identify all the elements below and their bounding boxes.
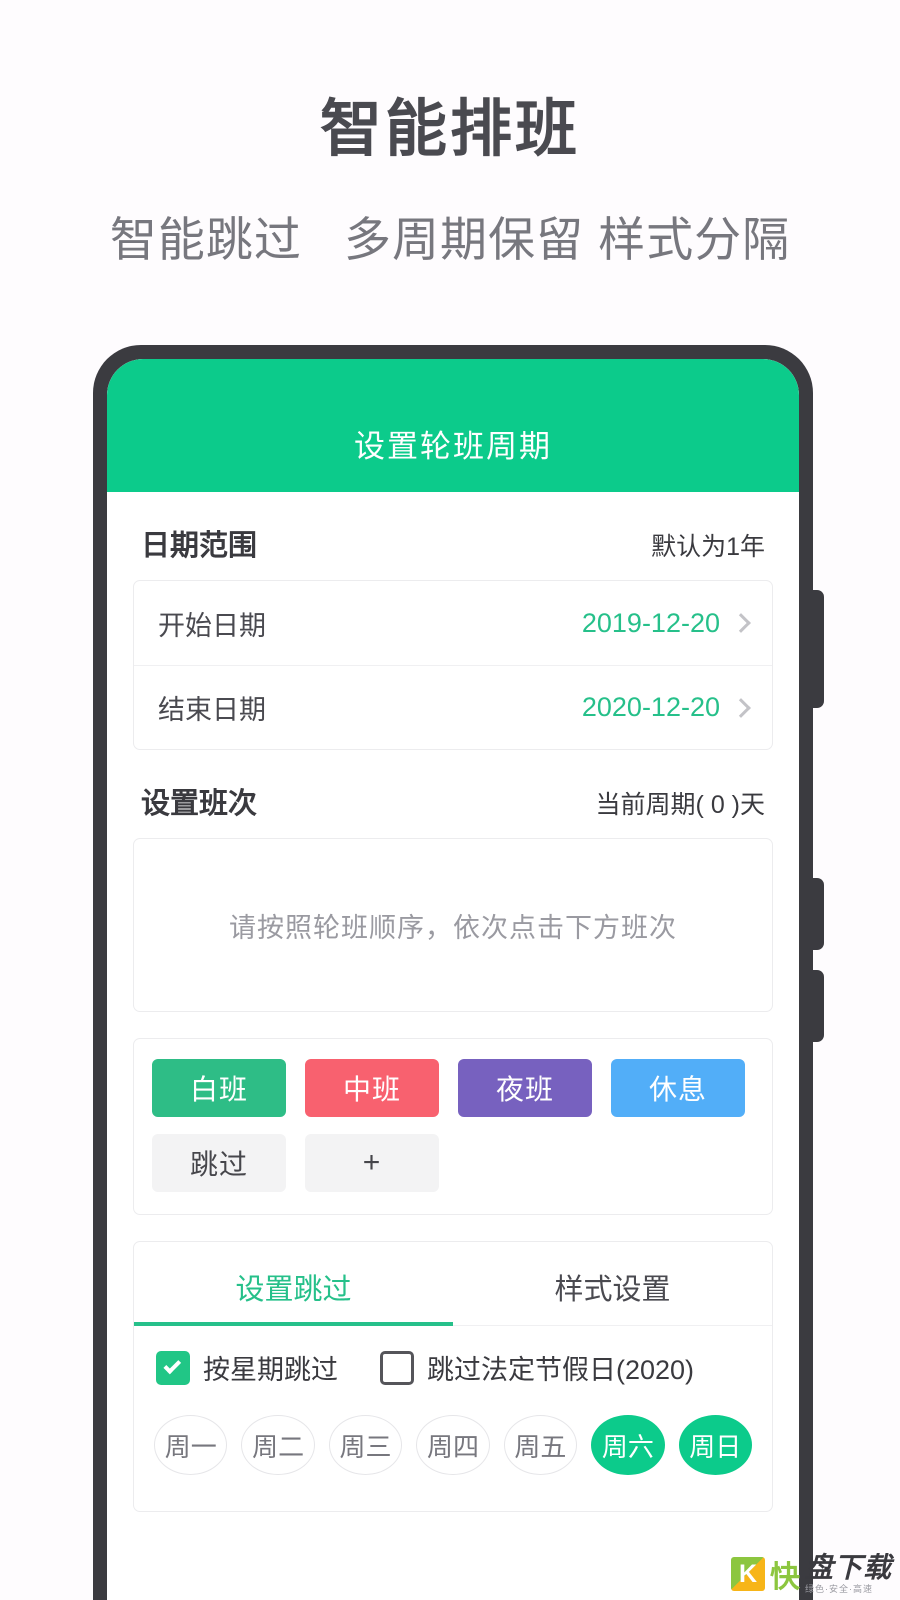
- date-range-note: 默认为1年: [651, 533, 765, 561]
- watermark-tagline: 绿色·安全·高速: [804, 1584, 873, 1594]
- chevron-right-icon: [731, 613, 751, 633]
- volume-up-button[interactable]: [808, 878, 824, 950]
- shift-chip-night[interactable]: 夜班: [458, 1059, 592, 1117]
- checkbox-unchecked-icon[interactable]: [380, 1350, 414, 1385]
- end-date-value: 2020-12-20: [581, 692, 720, 722]
- shift-chip-mid[interactable]: 中班: [305, 1059, 439, 1117]
- checkbox-skip-holidays[interactable]: 跳过法定节假日(2020): [380, 1348, 694, 1387]
- date-range-title: 日期范围: [141, 530, 258, 562]
- weekday-chip-sun[interactable]: 周日: [678, 1415, 752, 1475]
- start-date-right: 2019-12-20: [581, 607, 751, 639]
- power-button[interactable]: [808, 590, 824, 708]
- checkbox-skip-holidays-label: 跳过法定节假日(2020): [427, 1355, 695, 1385]
- shift-chip-skip[interactable]: 跳过: [152, 1134, 286, 1192]
- skip-options: 按星期跳过 跳过法定节假日(2020): [134, 1326, 772, 1393]
- shift-chip-day[interactable]: 白班: [152, 1059, 286, 1117]
- weekday-chip-wed[interactable]: 周三: [328, 1415, 403, 1475]
- checkbox-skip-by-weekday-label: 按星期跳过: [203, 1355, 338, 1385]
- shift-chips-row-secondary: 跳过 +: [152, 1134, 754, 1192]
- tab-style-settings[interactable]: 样式设置: [453, 1242, 772, 1326]
- start-date-label: 开始日期: [158, 610, 266, 641]
- watermark-brand-rest: 盘下载: [804, 1552, 892, 1583]
- shift-sequence-hint: 请按照轮班顺序，依次点击下方班次: [229, 912, 677, 943]
- app-bar: 设置轮班周期: [107, 359, 799, 492]
- weekday-chip-mon[interactable]: 周一: [154, 1415, 228, 1475]
- app-bar-title: 设置轮班周期: [354, 429, 552, 464]
- page-subtitle: 智能跳过 多周期保留 样式分隔: [109, 213, 791, 266]
- end-date-right: 2020-12-20: [581, 692, 751, 723]
- end-date-label: 结束日期: [158, 695, 266, 725]
- shift-chips-row-primary: 白班 中班 夜班 休息: [152, 1059, 754, 1117]
- page-title: 智能排班: [319, 95, 580, 164]
- cycle-days-note: 当前周期( 0 )天: [595, 791, 765, 819]
- weekday-chip-tue[interactable]: 周二: [241, 1415, 315, 1475]
- watermark: 快 盘下载 绿色·安全·高速: [730, 1552, 892, 1596]
- shift-sequence-preview[interactable]: 请按照轮班顺序，依次点击下方班次: [133, 838, 773, 1012]
- end-date-row[interactable]: 结束日期 2020-12-20: [134, 665, 772, 749]
- start-date-row[interactable]: 开始日期 2019-12-20: [134, 581, 772, 665]
- add-shift-button[interactable]: +: [305, 1134, 439, 1192]
- date-range-card: 开始日期 2019-12-20 结束日期 2020-12-20: [133, 580, 773, 750]
- chevron-right-icon: [731, 697, 751, 718]
- settings-tabs: 设置跳过 样式设置: [134, 1242, 772, 1326]
- weekday-chip-thu[interactable]: 周四: [416, 1415, 490, 1475]
- tab-skip-settings[interactable]: 设置跳过: [134, 1242, 453, 1326]
- app-content: 日期范围 默认为1年 开始日期 2019-12-20 结束日期 2020-12-…: [107, 492, 799, 1512]
- checkbox-skip-by-weekday[interactable]: 按星期跳过: [156, 1348, 338, 1387]
- k-logo-icon: [730, 1557, 765, 1591]
- volume-down-button[interactable]: [808, 970, 824, 1042]
- watermark-text: 盘下载 绿色·安全·高速: [805, 1554, 892, 1594]
- start-date-value: 2019-12-20: [581, 607, 720, 638]
- promo-page: 智能排班 智能跳过 多周期保留 样式分隔 设置轮班周期 日期范围 默认为1年 开…: [0, 0, 900, 1600]
- shift-setup-title: 设置班次: [141, 788, 258, 820]
- date-range-header: 日期范围 默认为1年: [133, 492, 773, 580]
- shift-setup-header: 设置班次 当前周期( 0 )天: [133, 750, 773, 838]
- skip-settings-card: 设置跳过 样式设置 按星期跳过 跳过法定节假日(2020) 周一 周二 周三 周…: [133, 1241, 773, 1512]
- checkbox-checked-icon[interactable]: [156, 1350, 190, 1385]
- shift-chips-card: 白班 中班 夜班 休息 跳过 +: [133, 1038, 773, 1215]
- watermark-brand-first: 快: [769, 1561, 800, 1594]
- phone-mockup: 设置轮班周期 日期范围 默认为1年 开始日期 2019-12-20 结束日期 2…: [93, 345, 824, 1600]
- phone-screen: 设置轮班周期 日期范围 默认为1年 开始日期 2019-12-20 结束日期 2…: [107, 359, 799, 1600]
- weekday-chip-sat[interactable]: 周六: [591, 1415, 665, 1475]
- weekday-chips: 周一 周二 周三 周四 周五 周六 周日: [134, 1393, 772, 1501]
- weekday-chip-fri[interactable]: 周五: [503, 1415, 578, 1475]
- shift-chip-rest[interactable]: 休息: [611, 1059, 745, 1117]
